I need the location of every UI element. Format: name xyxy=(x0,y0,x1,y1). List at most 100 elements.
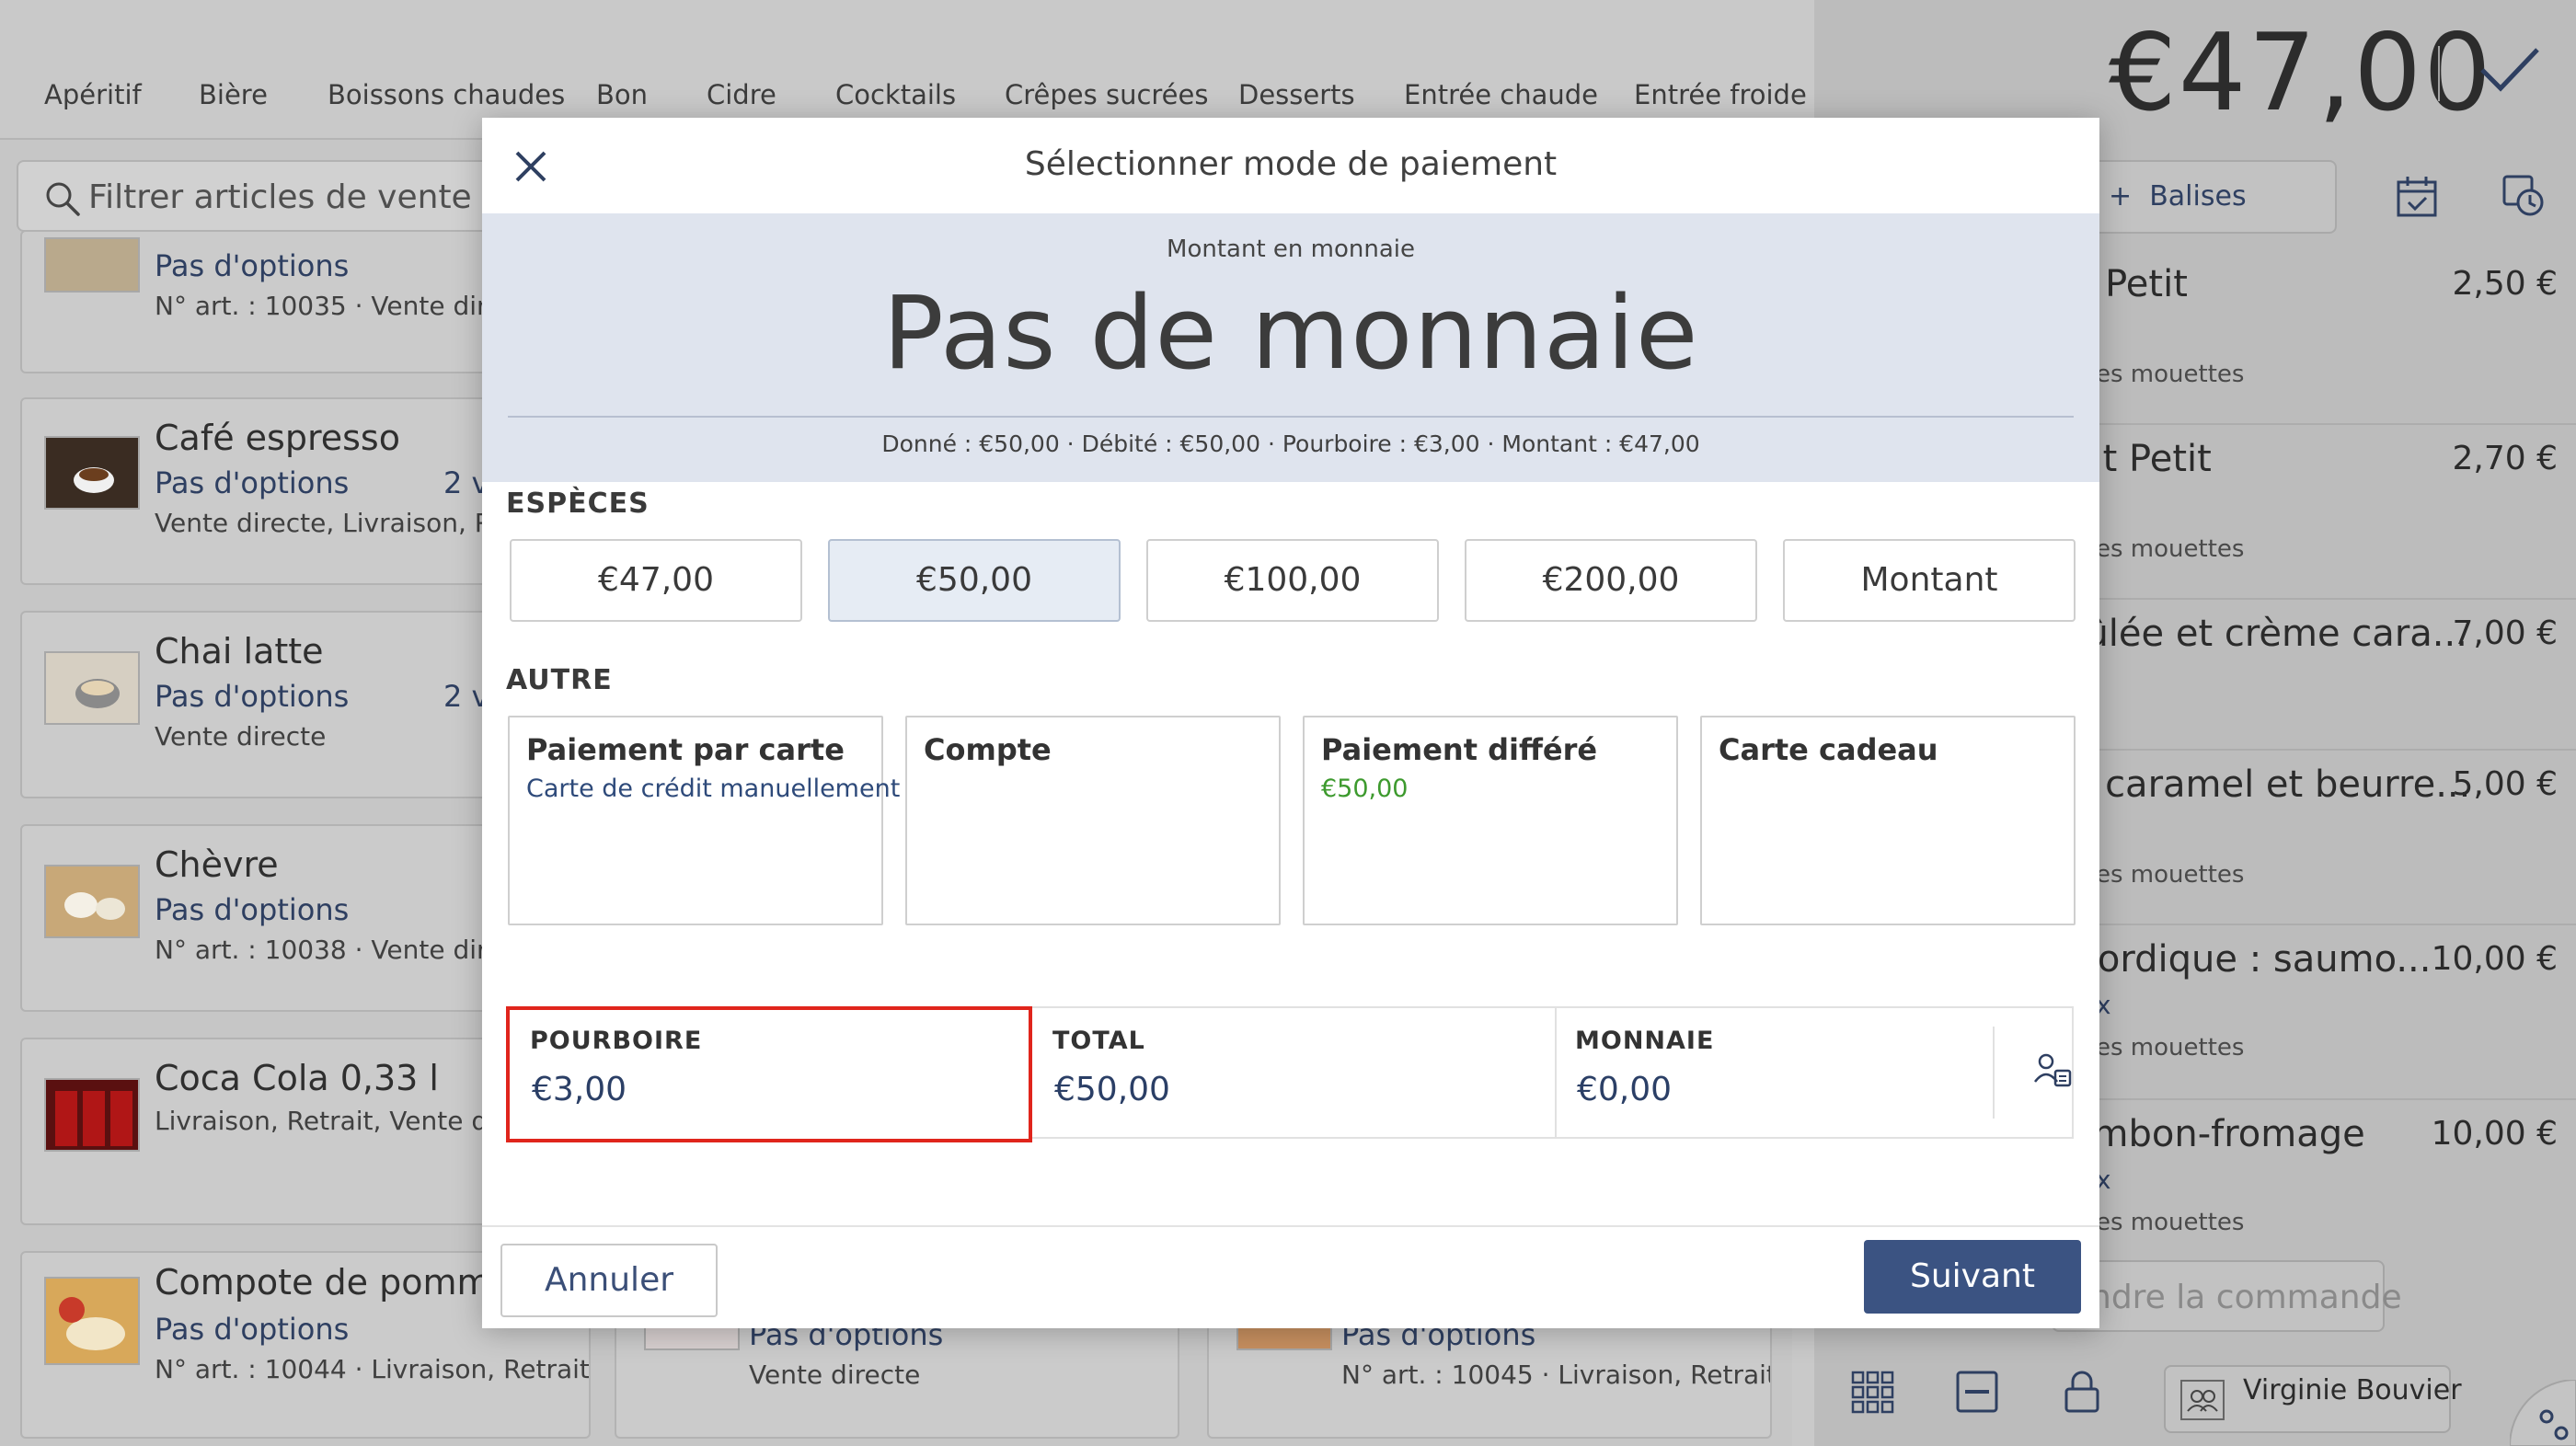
category-tab[interactable]: Bon xyxy=(596,79,648,110)
account-payment-option[interactable]: Compte xyxy=(905,716,1281,925)
divider xyxy=(1993,1027,1995,1119)
change-panel: Montant en monnaie Pas de monnaie Donné … xyxy=(482,213,2099,482)
cash-option-button[interactable]: €100,00 xyxy=(1146,539,1439,622)
lock-icon[interactable] xyxy=(2059,1369,2105,1415)
user-group-icon xyxy=(2180,1380,2225,1420)
change-label: Montant en monnaie xyxy=(1167,235,1415,263)
category-tab[interactable]: Entrée chaude xyxy=(1404,79,1598,110)
category-tab[interactable]: Cocktails xyxy=(835,79,956,110)
product-options: Pas d'options xyxy=(155,465,350,500)
tags-button[interactable]: + Balises xyxy=(2070,160,2337,234)
change-settings-icon[interactable] xyxy=(2033,1050,2074,1091)
tags-label: + Balises xyxy=(2109,180,2247,212)
check-icon[interactable] xyxy=(2477,42,2543,98)
history-icon[interactable] xyxy=(2501,173,2547,219)
product-image xyxy=(44,237,140,293)
product-info: Vente directe xyxy=(749,1360,921,1390)
dialog-header: Sélectionner mode de paiement xyxy=(482,118,2099,213)
payment-method-title: Compte xyxy=(924,732,1052,767)
category-tab[interactable]: Boissons chaudes xyxy=(328,79,565,110)
change-out-label: MONNAIE xyxy=(1575,1027,1715,1055)
payment-method-subtitle: €50,00 xyxy=(1321,775,1409,803)
category-tab[interactable]: Desserts xyxy=(1238,79,1355,110)
tip-label: POURBOIRE xyxy=(530,1027,703,1055)
product-options: Pas d'options xyxy=(155,892,350,927)
gift-card-option[interactable]: Carte cadeau xyxy=(1700,716,2076,925)
category-tab[interactable]: Crêpes sucrées xyxy=(1005,79,1208,110)
order-total: €47,00 xyxy=(2109,11,2493,135)
category-tab[interactable]: Entrée froide xyxy=(1634,79,1807,110)
cash-option-button[interactable]: €50,00 xyxy=(828,539,1121,622)
category-tab[interactable]: Bière xyxy=(199,79,268,110)
order-line-price: 5,00 € xyxy=(2452,765,2558,803)
payment-method-title: Carte cadeau xyxy=(1719,732,1938,767)
order-line-name: u caramel et beurre... xyxy=(2070,763,2471,806)
tip-value: €3,00 xyxy=(532,1071,627,1108)
order-line[interactable]: ambon-fromage 10,00 € x es mouettes xyxy=(2070,1100,2576,1244)
next-button[interactable]: Suivant xyxy=(1864,1240,2081,1314)
product-title: Chèvre xyxy=(155,844,279,885)
dialog-footer: Annuler Suivant xyxy=(482,1225,2099,1328)
order-line[interactable]: ait Petit 2,70 € es mouettes xyxy=(2070,425,2576,600)
order-line[interactable]: rûlée et crème cara... 7,00 € xyxy=(2070,600,2576,751)
order-line-note: es mouettes xyxy=(2096,861,2245,889)
other-section-label: AUTRE xyxy=(506,664,613,696)
order-line-price: 2,70 € xyxy=(2452,440,2558,477)
category-tab[interactable]: Cidre xyxy=(707,79,776,110)
product-options: Pas d'options xyxy=(155,248,350,283)
cash-option-button[interactable]: €47,00 xyxy=(510,539,802,622)
user-button[interactable]: Virginie Bouvier xyxy=(2164,1365,2462,1433)
order-line[interactable]: Nordique : saumo... 10,00 € x es mouette… xyxy=(2070,925,2576,1100)
total-value: €50,00 xyxy=(1054,1071,1170,1108)
payment-method-title: Paiement différé xyxy=(1321,732,1598,767)
order-line-name: rûlée et crème cara... xyxy=(2070,613,2467,655)
product-image xyxy=(44,1078,140,1152)
cash-option-label: €47,00 xyxy=(598,561,714,599)
order-line-note: es mouettes xyxy=(2096,535,2245,563)
cash-option-button[interactable]: €200,00 xyxy=(1465,539,1757,622)
cancel-button[interactable]: Annuler xyxy=(500,1244,718,1317)
divider xyxy=(2438,46,2440,101)
calendar-check-icon[interactable] xyxy=(2394,173,2440,219)
change-out-value: €0,00 xyxy=(1577,1071,1673,1108)
search-placeholder: Filtrer articles de vente ... xyxy=(88,178,514,216)
product-info: N° art. : 10045 · Livraison, Retrait... xyxy=(1341,1360,1772,1390)
cancel-label: Annuler xyxy=(544,1261,674,1299)
order-line-name: ambon-fromage xyxy=(2070,1113,2365,1155)
product-title: Coca Cola 0,33 l xyxy=(155,1058,439,1098)
payment-method-subtitle: Carte de crédit manuellement xyxy=(526,775,901,803)
grid-icon[interactable] xyxy=(1849,1369,1895,1415)
custom-amount-label: Montant xyxy=(1860,561,1998,599)
order-line-note: es mouettes xyxy=(2096,361,2245,388)
category-tab[interactable]: Apéritif xyxy=(44,79,142,110)
next-label: Suivant xyxy=(1910,1257,2035,1295)
minus-box-icon[interactable] xyxy=(1954,1369,2000,1415)
custom-amount-button[interactable]: Montant xyxy=(1783,539,2076,622)
divider xyxy=(1555,1008,1557,1137)
order-line-name: Nordique : saumo... xyxy=(2070,938,2432,981)
dialog-title: Sélectionner mode de paiement xyxy=(1024,145,1558,183)
order-line[interactable]: g Petit 2,50 € es mouettes xyxy=(2070,250,2576,425)
order-line[interactable]: u caramel et beurre... 5,00 € es mouette… xyxy=(2070,751,2576,925)
deferred-payment-option[interactable]: Paiement différé €50,00 xyxy=(1303,716,1678,925)
search-input[interactable]: Filtrer articles de vente ... xyxy=(17,160,513,232)
product-image xyxy=(44,651,140,725)
totals-row: POURBOIRE €3,00 TOTAL €50,00 MONNAIE €0,… xyxy=(506,1006,2074,1142)
product-image xyxy=(44,436,140,510)
card-payment-option[interactable]: Paiement par carte Carte de crédit manue… xyxy=(508,716,900,925)
payment-dialog: Sélectionner mode de paiement Montant en… xyxy=(482,118,2099,1328)
search-icon xyxy=(46,182,80,216)
product-info: Vente directe xyxy=(155,721,327,752)
corner-menu-icon[interactable] xyxy=(2510,1380,2576,1446)
product-title: Chai latte xyxy=(155,631,324,671)
cash-option-label: €50,00 xyxy=(916,561,1032,599)
product-title: Compote de pommes xyxy=(155,1262,531,1303)
order-line-note: es mouettes xyxy=(2096,1034,2245,1062)
product-options: Pas d'options xyxy=(155,1312,350,1347)
order-line-price: 7,00 € xyxy=(2452,614,2558,652)
tip-field[interactable]: POURBOIRE €3,00 xyxy=(506,1006,1032,1142)
divider xyxy=(508,416,2074,418)
cash-option-label: €100,00 xyxy=(1224,561,1362,599)
product-info: N° art. : 10044 · Livraison, Retrait... xyxy=(155,1354,591,1384)
send-order-button[interactable]: ndre la commande xyxy=(2052,1260,2402,1332)
